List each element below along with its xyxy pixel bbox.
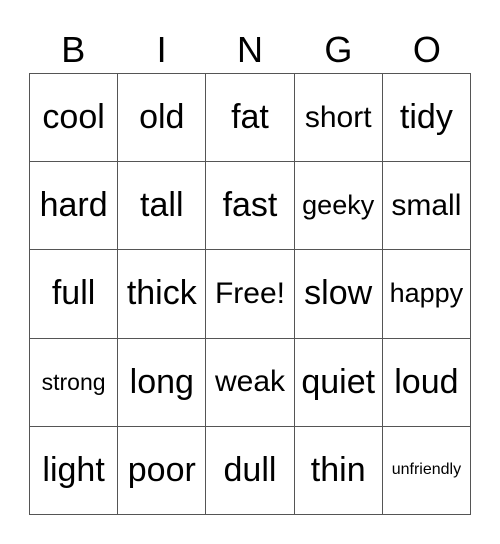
- header-letter-i: I: [156, 29, 167, 70]
- bingo-cell[interactable]: short: [294, 74, 383, 163]
- bingo-card: cool old fat short tidy hard tall fast g…: [29, 73, 471, 515]
- bingo-cell[interactable]: long: [118, 338, 207, 427]
- bingo-cell[interactable]: thin: [294, 426, 383, 515]
- header-letter-n: N: [237, 29, 264, 70]
- free-space-cell[interactable]: Free!: [206, 250, 295, 339]
- header-letter-g: G: [324, 29, 353, 70]
- bingo-cell[interactable]: full: [30, 250, 119, 339]
- bingo-cell[interactable]: poor: [118, 426, 207, 515]
- bingo-cell[interactable]: tall: [118, 162, 207, 251]
- bingo-cell[interactable]: unfriendly: [382, 426, 471, 515]
- bingo-cell[interactable]: happy: [382, 250, 471, 339]
- bingo-cell[interactable]: dull: [206, 426, 295, 515]
- bingo-cell[interactable]: weak: [206, 338, 295, 427]
- bingo-cell[interactable]: light: [30, 426, 119, 515]
- bingo-cell[interactable]: cool: [30, 74, 119, 163]
- bingo-cell[interactable]: geeky: [294, 162, 383, 251]
- bingo-cell[interactable]: tidy: [382, 74, 471, 163]
- bingo-cell[interactable]: strong: [30, 338, 119, 427]
- bingo-cell[interactable]: hard: [30, 162, 119, 251]
- bingo-cell[interactable]: old: [118, 74, 207, 163]
- bingo-cell[interactable]: loud: [382, 338, 471, 427]
- bingo-cell[interactable]: fast: [206, 162, 295, 251]
- header-letter-o: O: [412, 29, 441, 70]
- header-letter-b: B: [61, 29, 86, 70]
- bingo-cell[interactable]: slow: [294, 250, 383, 339]
- bingo-cell[interactable]: quiet: [294, 338, 383, 427]
- bingo-cell[interactable]: thick: [118, 250, 207, 339]
- bingo-cell[interactable]: fat: [206, 74, 295, 163]
- bingo-header: B I N G O: [29, 28, 471, 72]
- bingo-cell[interactable]: small: [382, 162, 471, 251]
